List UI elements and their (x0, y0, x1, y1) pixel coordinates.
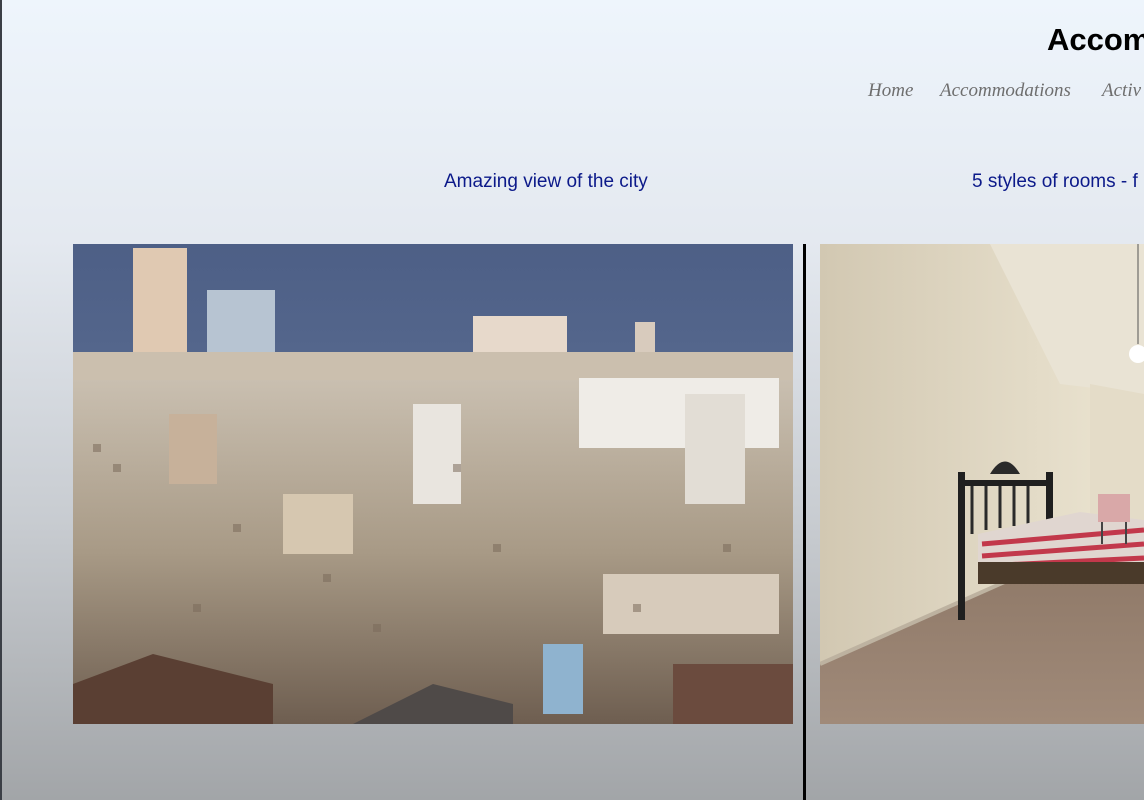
window-left-edge (0, 0, 2, 800)
room-with-bed-photo[interactable] (820, 244, 1144, 724)
slide-divider (803, 244, 806, 800)
nav-item-activities[interactable]: Activ (1102, 80, 1141, 102)
page-title: Accom (1047, 22, 1144, 57)
nav-item-accommodations[interactable]: Accommodations (940, 80, 1071, 102)
nav-item-home[interactable]: Home (868, 80, 913, 102)
city-skyline-photo[interactable] (73, 244, 793, 724)
slide-caption-city-view: Amazing view of the city (444, 171, 648, 192)
slide-caption-room-styles: 5 styles of rooms - f (972, 171, 1138, 192)
